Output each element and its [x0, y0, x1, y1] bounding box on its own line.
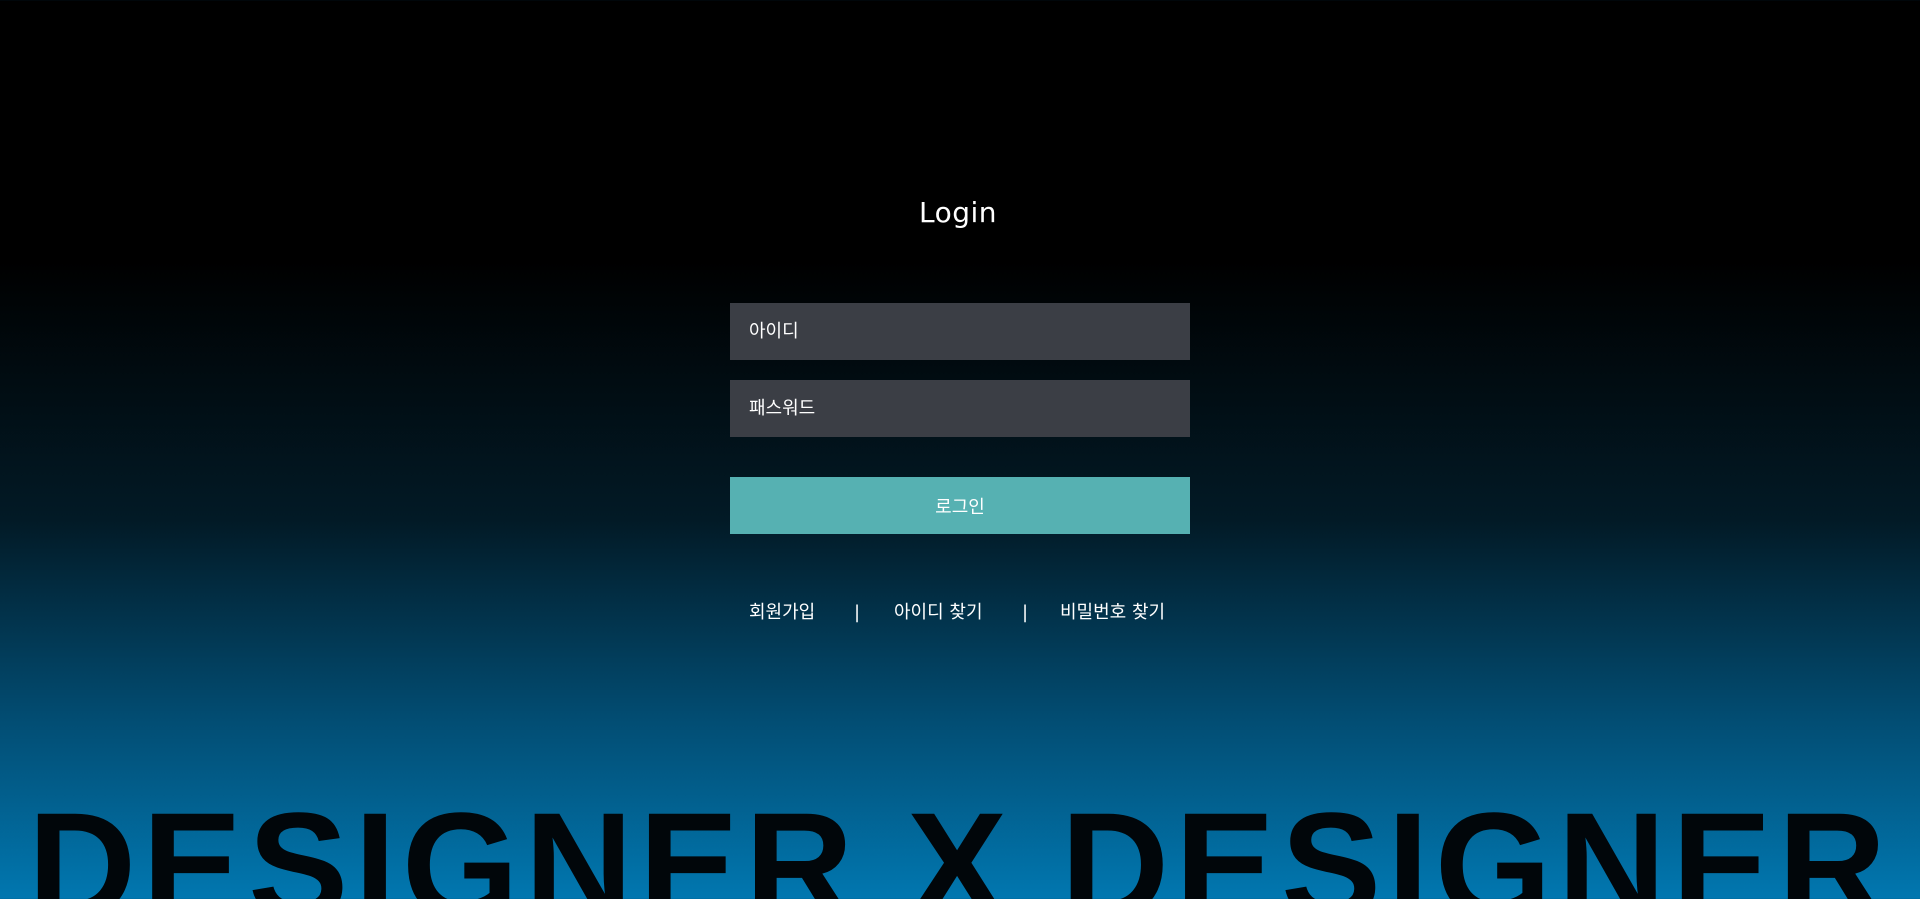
account-links: 회원가입 | 아이디 찾기 | 비밀번호 찾기: [730, 598, 1190, 628]
id-input[interactable]: [730, 303, 1190, 360]
signup-link[interactable]: 회원가입: [749, 598, 815, 628]
link-separator: |: [1022, 602, 1029, 623]
password-input[interactable]: [730, 380, 1190, 437]
find-id-link[interactable]: 아이디 찾기: [894, 598, 983, 628]
link-separator: |: [854, 602, 861, 623]
brand-banner-text: DESIGNER X DESIGNER: [27, 781, 1893, 899]
find-password-link[interactable]: 비밀번호 찾기: [1060, 598, 1165, 628]
login-title: Login: [918, 196, 998, 229]
login-button[interactable]: 로그인: [730, 477, 1190, 534]
